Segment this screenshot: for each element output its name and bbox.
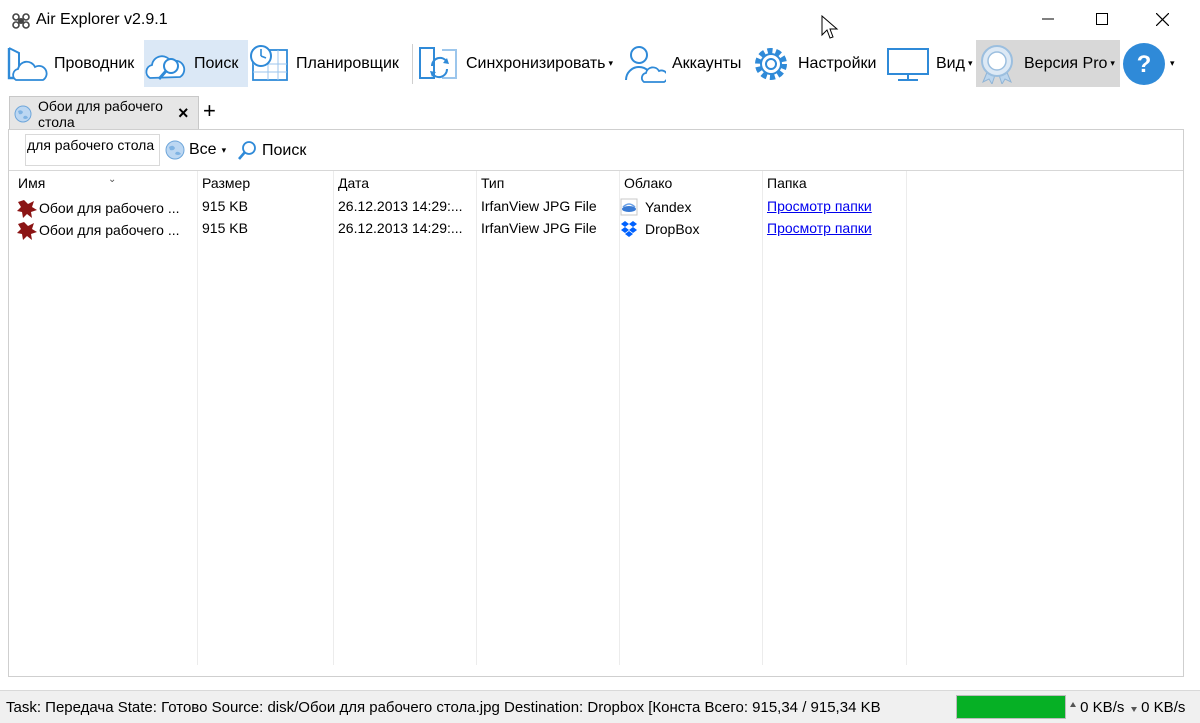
column-header-name[interactable]: Имя ⌄ [18,174,116,191]
column-divider[interactable] [197,171,198,665]
view-folder-link[interactable]: Просмотр папки [767,220,872,236]
pro-dropdown-arrow[interactable]: ▾ [1110,58,1115,69]
search-mode-label: Поиск [194,54,239,72]
column-divider[interactable] [762,171,763,665]
column-divider[interactable] [476,171,477,665]
accounts-user-icon [625,45,666,83]
view-folder-link[interactable]: Просмотр папки [767,198,872,214]
pro-version-button[interactable]: Версия Pro ▾ [976,40,1120,87]
view-monitor-icon [887,47,929,81]
view-label: Вид [936,54,965,72]
irfanview-file-icon [17,200,37,218]
upload-speed: 0 KB/s [1070,699,1124,716]
file-size-cell: 915 KB [202,220,248,236]
task-status-text: Task: Передача State: Готово Source: dis… [6,699,881,716]
sort-indicator-icon: ⌄ [108,174,117,185]
column-header-date[interactable]: Дата [338,175,369,191]
search-mode-button[interactable]: Поиск [144,40,248,87]
search-results-pane: для рабочего стола Все ▾ Поиск Имя ⌄ Разм… [8,129,1184,677]
tab-strip: Обои для рабочего стола × + [0,88,1200,130]
file-type-cell: IrfanView JPG File [481,198,597,214]
window-title: Air Explorer v2.9.1 [36,11,168,28]
yandex-disk-icon [620,198,638,216]
sync-label: Синхронизировать [466,54,606,72]
column-header-type[interactable]: Тип [481,175,504,191]
sync-button[interactable]: Синхронизировать ▾ [418,40,622,87]
scheduler-label: Планировщик [296,54,399,72]
search-button[interactable]: Поиск [236,140,306,162]
transfer-progress-bar [956,695,1066,719]
table-row[interactable]: Обои для рабочего ... 915 KB 26.12.2013 … [9,218,1183,240]
maximize-button[interactable] [1080,0,1126,40]
accounts-label: Аккаунты [672,54,742,72]
explorer-label: Проводник [54,54,135,72]
minimize-icon [1042,18,1054,20]
close-button[interactable] [1140,0,1186,40]
search-cloud-icon [145,54,186,80]
pro-version-label: Версия Pro [1024,54,1108,72]
search-bar: для рабочего стола Все ▾ Поиск [9,130,1183,171]
sync-icon [419,46,457,79]
search-button-label: Поиск [262,142,307,159]
file-cloud-cell: Yandex [620,198,691,216]
sync-dropdown-arrow[interactable]: ▾ [609,58,614,69]
file-name-cell: Обои для рабочего ... [16,198,180,218]
chevron-down-icon: ▾ [221,144,227,155]
explorer-cloud-icon [7,46,48,81]
pro-badge-icon [981,44,1013,84]
download-arrow-icon [1131,707,1137,712]
view-button[interactable]: Вид ▾ [886,40,974,87]
file-size-cell: 915 KB [202,198,248,214]
progress-fill [957,696,1065,718]
mouse-cursor-icon [821,15,839,39]
file-cloud-cell: DropBox [620,220,699,238]
column-header-cloud[interactable]: Облако [624,175,672,191]
add-tab-button[interactable]: + [203,100,216,122]
minimize-button[interactable] [1026,0,1072,40]
table-row[interactable]: Обои для рабочего ... 915 KB 26.12.2013 … [9,196,1183,218]
globe-icon [14,105,32,123]
file-date-cell: 26.12.2013 14:29:... [338,220,463,236]
upload-arrow-icon [1070,702,1076,707]
view-dropdown-arrow[interactable]: ▾ [968,58,973,69]
help-question-icon: ? [1123,42,1165,85]
column-divider[interactable] [906,171,907,665]
dropbox-icon [621,221,637,237]
help-dropdown-arrow[interactable]: ▾ [1170,58,1175,69]
search-scope-label: Все [189,141,217,158]
svg-text:?: ? [1137,51,1152,78]
file-type-cell: IrfanView JPG File [481,220,597,236]
help-button[interactable]: ? ▾ [1122,40,1178,87]
irfanview-file-icon [17,222,37,240]
column-divider[interactable] [619,171,620,665]
search-scope-dropdown[interactable]: Все ▾ [165,140,226,160]
title-bar: Air Explorer v2.9.1 [0,0,1200,40]
tab-close-icon[interactable]: × [178,104,189,122]
status-bar: Task: Передача State: Готово Source: dis… [0,690,1200,723]
main-toolbar: Проводник Поиск Планировщик Синхронизиро… [0,40,1200,88]
globe-icon [165,140,185,160]
column-header-size[interactable]: Размер [202,175,250,191]
settings-gear-icon [755,47,787,80]
scheduler-button[interactable]: Планировщик [248,40,408,87]
search-input[interactable]: для рабочего стола [25,134,160,166]
search-icon [238,141,256,160]
explorer-button[interactable]: Проводник [6,40,142,87]
file-name-cell: Обои для рабочего ... [16,220,180,240]
scheduler-calendar-icon [250,44,288,81]
column-divider[interactable] [333,171,334,665]
accounts-button[interactable]: Аккаунты [624,40,748,87]
app-logo-icon [12,13,30,29]
toolbar-divider [412,44,413,84]
settings-button[interactable]: Настройки [750,40,884,87]
maximize-icon [1096,13,1108,25]
settings-label: Настройки [798,54,877,72]
file-date-cell: 26.12.2013 14:29:... [338,198,463,214]
close-icon [1156,13,1169,26]
tab-label: Обои для рабочего стола [38,98,163,130]
column-header-folder[interactable]: Папка [767,175,807,191]
results-table: Имя ⌄ Размер Дата Тип Облако Папка Обои д… [9,171,1183,671]
tab-search-results[interactable]: Обои для рабочего стола × [9,96,199,130]
download-speed: 0 KB/s [1131,699,1185,716]
